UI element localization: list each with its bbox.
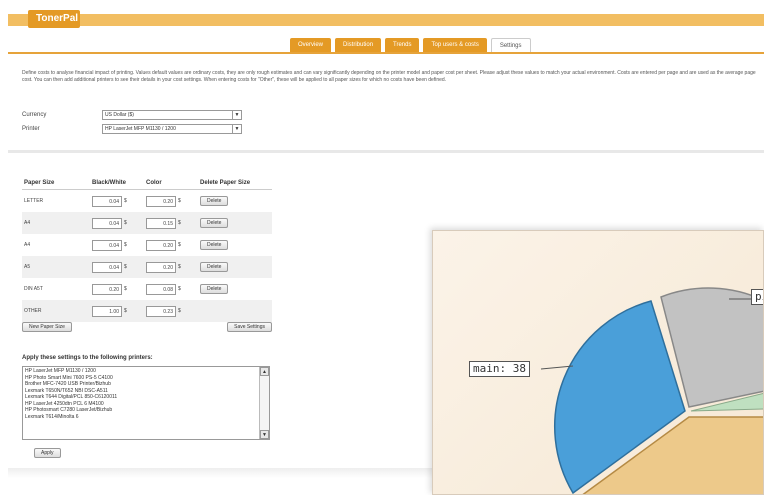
scroll-up-arrow-icon[interactable]: ▲ (260, 367, 269, 376)
chevron-down-icon[interactable]: ▼ (232, 111, 241, 119)
scrollbar[interactable]: ▲ ▼ (259, 367, 269, 439)
paper-cost-table: Paper Size Black/White Color Delete Pape… (22, 168, 272, 322)
currency-unit: $ (178, 308, 181, 314)
paper-size-name: LETTER (24, 198, 44, 204)
printer-label: Printer (22, 126, 40, 132)
tab-trends[interactable]: Trends (385, 38, 420, 52)
currency-unit: $ (124, 198, 127, 204)
intro-text: Define costs to analyse financial impact… (22, 70, 756, 83)
currency-unit: $ (124, 220, 127, 226)
bottom-shadow (8, 468, 448, 478)
chevron-down-icon[interactable]: ▼ (232, 125, 241, 133)
col-paper-size: Paper Size (24, 180, 55, 186)
new-paper-size-button[interactable]: New Paper Size (22, 322, 72, 332)
currency-unit: $ (178, 220, 181, 226)
slice-label-partial: pilo (751, 289, 763, 305)
paper-size-name: A4 (24, 220, 31, 226)
printer-row: Printer HP LaserJet MFP M1130 / 1200 ▼ (22, 124, 242, 134)
printer-value: HP LaserJet MFP M1130 / 1200 (105, 126, 176, 132)
table-actions: New Paper Size Save Settings (22, 322, 272, 332)
bw-cost-input[interactable]: 0.04 (92, 217, 122, 229)
pie-chart-overlay: main: 38 pilo (432, 230, 764, 495)
paper-size-name: OTHER (24, 308, 42, 314)
color-cost-input[interactable]: 0.23 (146, 305, 176, 317)
delete-button[interactable]: Delete (200, 240, 229, 250)
col-delete: Delete Paper Size (200, 180, 251, 186)
scroll-down-arrow-icon[interactable]: ▼ (260, 430, 269, 439)
save-settings-button[interactable]: Save Settings (227, 322, 272, 332)
slice-label-main: main: 38 (469, 361, 530, 377)
apply-button[interactable]: Apply (34, 448, 61, 458)
paper-size-name: DIN A5T (24, 286, 43, 292)
table-row: A5 0.04 $ 0.20 $ Delete (22, 256, 272, 278)
printers-label: Apply these settings to the following pr… (22, 355, 153, 361)
bw-cost-input[interactable]: 0.04 (92, 239, 122, 251)
currency-unit: $ (178, 264, 181, 270)
bw-cost-input[interactable]: 1.00 (92, 305, 122, 317)
currency-select[interactable]: US Dollar ($) ▼ (102, 110, 242, 120)
currency-unit: $ (124, 264, 127, 270)
tab-underline (8, 52, 764, 54)
tab-distribution[interactable]: Distribution (335, 38, 382, 52)
currency-unit: $ (178, 198, 181, 204)
table-row: A4 0.04 $ 0.15 $ Delete (22, 212, 272, 234)
currency-unit: $ (178, 286, 181, 292)
color-cost-input[interactable]: 0.20 (146, 195, 176, 207)
color-cost-input[interactable]: 0.20 (146, 239, 176, 251)
section-divider (8, 150, 764, 153)
printer-listbox[interactable]: HP LaserJet MFP M1130 / 1200 HP Photo Sm… (22, 366, 270, 440)
table-row: A4 0.04 $ 0.20 $ Delete (22, 234, 272, 256)
header-bar (8, 14, 764, 26)
paper-size-name: A5 (24, 264, 31, 270)
bw-cost-input[interactable]: 0.04 (92, 195, 122, 207)
currency-unit: $ (178, 242, 181, 248)
paper-size-name: A4 (24, 242, 31, 248)
currency-unit: $ (124, 242, 127, 248)
bw-cost-input[interactable]: 0.20 (92, 283, 122, 295)
delete-button[interactable]: Delete (200, 218, 229, 228)
table-header: Paper Size Black/White Color Delete Pape… (22, 168, 272, 190)
currency-unit: $ (124, 286, 127, 292)
tab-settings[interactable]: Settings (490, 38, 531, 52)
col-color: Color (146, 180, 162, 186)
delete-button[interactable]: Delete (200, 284, 229, 294)
currency-value: US Dollar ($) (105, 112, 134, 118)
table-row: LETTER 0.04 $ 0.20 $ Delete (22, 190, 272, 212)
currency-unit: $ (124, 308, 127, 314)
tab-top-users[interactable]: Top users & costs (423, 38, 487, 52)
color-cost-input[interactable]: 0.08 (146, 283, 176, 295)
list-item[interactable]: Lexmark T614/Minolta 6 (25, 414, 257, 421)
col-black-white: Black/White (92, 180, 127, 186)
bw-cost-input[interactable]: 0.04 (92, 261, 122, 273)
table-row: DIN A5T 0.20 $ 0.08 $ Delete (22, 278, 272, 300)
app-logo[interactable]: TonerPal (28, 10, 80, 28)
table-row: OTHER 1.00 $ 0.23 $ (22, 300, 272, 322)
delete-button[interactable]: Delete (200, 196, 229, 206)
color-cost-input[interactable]: 0.15 (146, 217, 176, 229)
printer-select[interactable]: HP LaserJet MFP M1130 / 1200 ▼ (102, 124, 242, 134)
color-cost-input[interactable]: 0.20 (146, 261, 176, 273)
main-tabs: Overview Distribution Trends Top users &… (290, 38, 531, 52)
currency-row: Currency US Dollar ($) ▼ (22, 110, 242, 120)
currency-label: Currency (22, 112, 47, 118)
delete-button[interactable]: Delete (200, 262, 229, 272)
tab-overview[interactable]: Overview (290, 38, 332, 52)
